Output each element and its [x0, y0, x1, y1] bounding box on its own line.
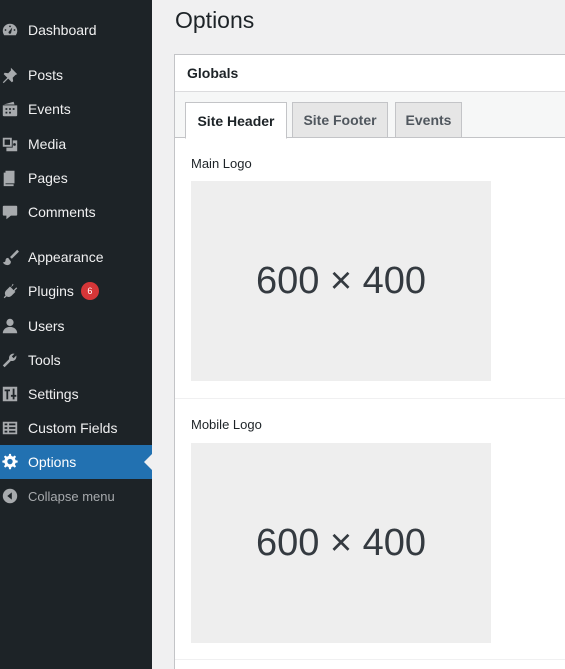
pages-icon [0, 161, 28, 195]
paintbrush-icon [0, 240, 28, 274]
gear-icon [0, 445, 28, 479]
sidebar-item-comments[interactable]: Comments [0, 195, 152, 229]
sidebar-item-label: Posts [28, 67, 64, 83]
page-title: Options [175, 7, 255, 33]
sidebar-item-label: Plugins [28, 283, 74, 299]
media-icon [0, 127, 28, 161]
sidebar-item-label: Comments [28, 204, 96, 220]
sidebar-item-plugins[interactable]: Plugins 6 [0, 274, 152, 308]
sidebar-item-label: Settings [28, 386, 79, 402]
panel-title: Globals [187, 65, 239, 81]
user-icon [0, 309, 28, 343]
sidebar-item-media[interactable]: Media [0, 127, 152, 161]
wrench-icon [0, 343, 28, 377]
sidebar-item-label: Appearance [28, 249, 104, 265]
field-label: Main Logo [191, 156, 252, 171]
update-count-badge: 6 [80, 282, 99, 300]
field-label: Mobile Logo [191, 417, 262, 432]
custom-fields-icon [0, 411, 28, 445]
collapse-arrow-icon [0, 479, 28, 513]
sidebar-item-label: Dashboard [28, 22, 97, 38]
tab-events[interactable]: Events [395, 102, 462, 138]
sidebar-item-label: Tools [28, 352, 61, 368]
sidebar-item-label: Options [28, 454, 77, 470]
sidebar-item-appearance[interactable]: Appearance [0, 240, 152, 274]
tab-site-footer[interactable]: Site Footer [292, 102, 388, 138]
sidebar-item-events[interactable]: Events [0, 92, 152, 126]
settings-sliders-icon [0, 377, 28, 411]
sidebar-item-posts[interactable]: Posts [0, 58, 152, 92]
sidebar-item-settings[interactable]: Settings [0, 377, 152, 411]
sidebar-item-dashboard[interactable]: Dashboard [0, 13, 152, 47]
sidebar-item-label: Custom Fields [28, 420, 118, 436]
events-icon [0, 92, 28, 126]
admin-sidebar: Dashboard Posts Events Media Pages Comme… [0, 0, 152, 669]
sidebar-item-options[interactable]: Options [0, 445, 152, 479]
sidebar-item-label: Events [28, 101, 71, 117]
pushpin-icon [0, 58, 28, 92]
plugin-icon [0, 274, 28, 308]
dashboard-icon [0, 13, 28, 47]
comment-icon [0, 195, 28, 229]
tab-bar: Site Header Site Footer Events [175, 92, 565, 139]
sidebar-item-label: Users [28, 318, 65, 334]
main-logo-field: Main Logo 600 × 400 [175, 138, 565, 399]
tab-site-header[interactable]: Site Header [185, 102, 287, 139]
globals-panel: Globals Site Header Site Footer Events M… [174, 54, 565, 669]
collapse-menu-button[interactable]: Collapse menu [0, 479, 152, 513]
sidebar-item-label: Pages [28, 170, 68, 186]
sidebar-item-tools[interactable]: Tools [0, 343, 152, 377]
mobile-logo-field: Mobile Logo 600 × 400 [175, 399, 565, 660]
panel-header[interactable]: Globals [175, 55, 565, 92]
mobile-logo-image[interactable]: 600 × 400 [191, 443, 491, 643]
sidebar-item-custom-fields[interactable]: Custom Fields [0, 411, 152, 445]
sidebar-item-label: Media [28, 136, 67, 152]
sidebar-item-pages[interactable]: Pages [0, 161, 152, 195]
sidebar-item-users[interactable]: Users [0, 309, 152, 343]
main-logo-image[interactable]: 600 × 400 [191, 181, 491, 381]
sidebar-item-label: Collapse menu [28, 488, 115, 504]
